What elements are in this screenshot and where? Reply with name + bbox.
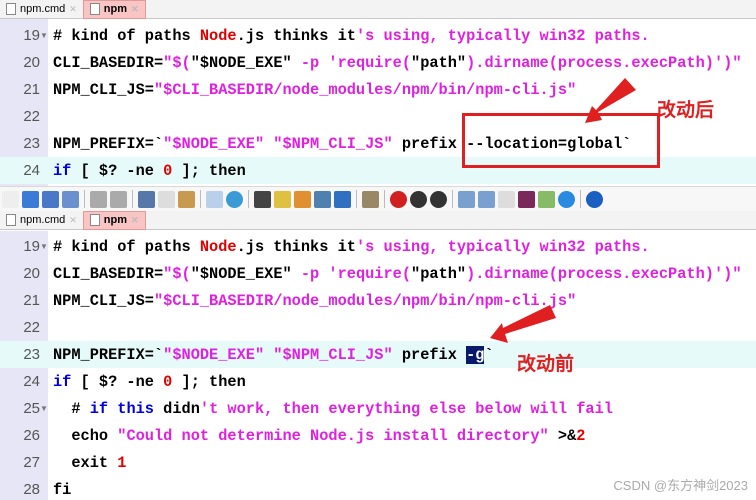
- arrow-icon: [490, 305, 556, 343]
- line-number: 22: [23, 319, 40, 336]
- line-number: 19: [23, 27, 40, 44]
- line-number: 20: [23, 265, 40, 282]
- line-number: 20: [23, 54, 40, 71]
- line-number: 23: [23, 346, 40, 363]
- line-number: 27: [23, 454, 40, 471]
- after-change-label: 改动后: [657, 99, 715, 121]
- watermark: CSDN @东方神剑2023: [613, 478, 748, 493]
- line-number: 23: [23, 135, 40, 152]
- before-change-label: 改动前: [517, 353, 575, 375]
- line-number: 24: [23, 162, 40, 179]
- fold-toggle-icon[interactable]: ▼: [40, 404, 48, 413]
- annotation-arrows: [490, 78, 636, 343]
- line-number: 21: [23, 292, 40, 309]
- line-number: 25: [23, 400, 40, 417]
- fold-toggle-icon[interactable]: ▼: [40, 31, 48, 40]
- line-number: 26: [23, 427, 40, 444]
- line-number: 28: [23, 481, 40, 498]
- arrow-icon: [585, 78, 636, 123]
- line-number: 21: [23, 81, 40, 98]
- line-number: 19: [23, 238, 40, 255]
- line-number: 22: [23, 108, 40, 125]
- fold-toggle-icon[interactable]: ▼: [40, 242, 48, 251]
- line-number: 24: [23, 373, 40, 390]
